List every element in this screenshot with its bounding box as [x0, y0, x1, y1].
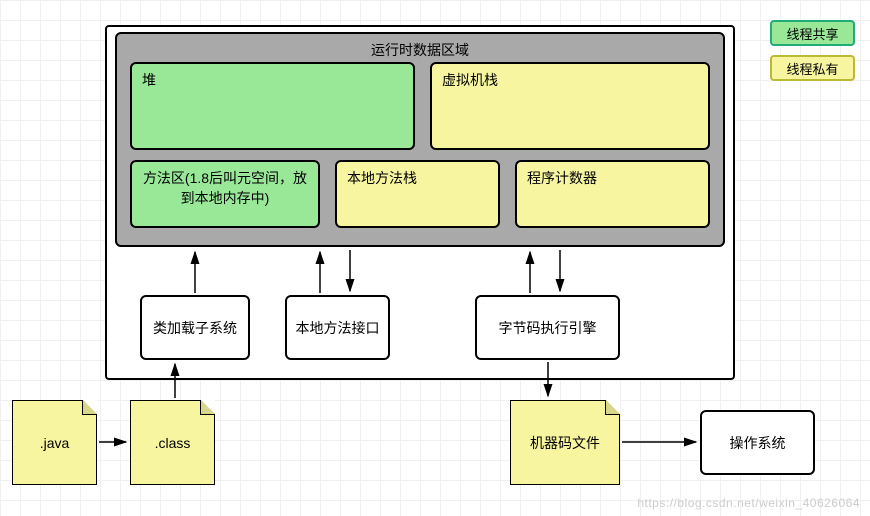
- heap-box: 堆: [130, 62, 415, 150]
- legend-private-label: 线程私有: [786, 59, 838, 78]
- classloader-box: 类加载子系统: [140, 295, 250, 360]
- pc-label: 程序计数器: [527, 168, 597, 188]
- os-box: 操作系统: [700, 410, 815, 475]
- runtime-title: 运行时数据区域: [117, 40, 723, 60]
- vm-stack-label: 虚拟机栈: [442, 70, 498, 90]
- os-label: 操作系统: [730, 433, 786, 453]
- native-interface-label: 本地方法接口: [296, 318, 380, 338]
- machine-file: 机器码文件: [510, 400, 620, 485]
- legend-shared: 线程共享: [770, 20, 855, 46]
- machine-file-label: 机器码文件: [530, 433, 600, 453]
- exec-engine-label: 字节码执行引擎: [499, 318, 597, 338]
- exec-engine-box: 字节码执行引擎: [475, 295, 620, 360]
- pc-box: 程序计数器: [515, 160, 710, 228]
- native-interface-box: 本地方法接口: [285, 295, 390, 360]
- watermark: https://blog.csdn.net/weixin_40626064: [637, 496, 860, 510]
- method-area-label: 方法区(1.8后叫元空间，放到本地内存中): [136, 168, 314, 208]
- classloader-label: 类加载子系统: [153, 318, 237, 338]
- heap-label: 堆: [142, 70, 156, 90]
- legend-private: 线程私有: [770, 55, 855, 81]
- legend-shared-label: 线程共享: [786, 24, 838, 43]
- class-file-label: .class: [155, 435, 191, 451]
- vm-stack-box: 虚拟机栈: [430, 62, 710, 150]
- class-file: .class: [130, 400, 215, 485]
- method-area-box: 方法区(1.8后叫元空间，放到本地内存中): [130, 160, 320, 228]
- java-file-label: .java: [40, 435, 70, 451]
- native-stack-box: 本地方法栈: [335, 160, 500, 228]
- java-file: .java: [12, 400, 97, 485]
- native-stack-label: 本地方法栈: [347, 168, 417, 188]
